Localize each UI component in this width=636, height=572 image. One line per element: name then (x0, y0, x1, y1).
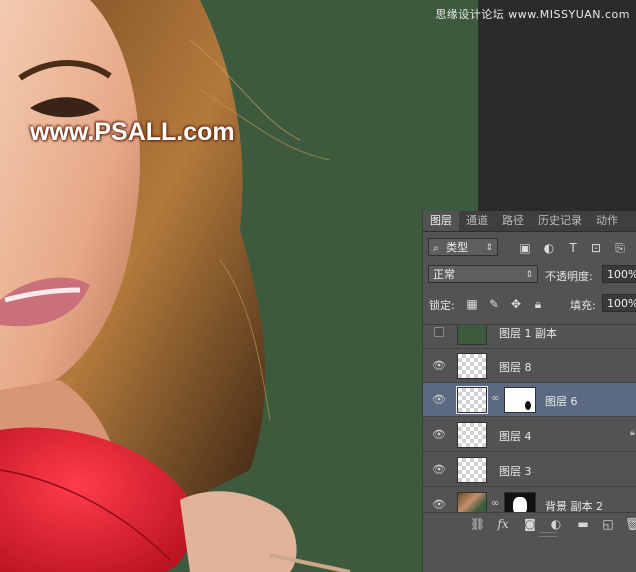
adjustment-layer-icon[interactable]: ◐ (549, 517, 563, 531)
adjustment-filter-icon[interactable]: ◐ (542, 241, 556, 255)
lock-position-icon[interactable]: ✥ (509, 297, 523, 311)
layer-thumbnail (456, 386, 488, 414)
smart-object-filter-icon[interactable]: ⎘ (613, 241, 627, 255)
lock-label: 锁定: (429, 299, 455, 312)
mask-shape (525, 401, 531, 410)
layer-row[interactable]: 👁︎ 图层 8 (423, 349, 636, 383)
panel-resize-grip[interactable] (539, 532, 557, 537)
layer-thumbnail (457, 457, 487, 483)
layer-row[interactable]: · 图层 1 副本 (423, 325, 636, 349)
forum-watermark: 思缘设计论坛 www.MISSYUAN.com (435, 8, 630, 21)
visibility-toggle-icon[interactable]: · (434, 327, 444, 337)
layer-mask-thumbnail[interactable] (504, 387, 536, 413)
chevron-updown-icon: ⇕ (485, 243, 493, 253)
tab-layers[interactable]: 图层 (423, 211, 459, 231)
panel-tabs: 图层 通道 路径 历史记录 动作 (423, 211, 636, 232)
fill-field[interactable]: 100% (602, 294, 636, 312)
lock-transparent-icon[interactable]: ▦ (465, 297, 479, 311)
blend-row: 正常 ⇕ 不透明度: 100% (423, 262, 636, 290)
filter-row: ⌕ 类型 ⇕ ▣ ◐ T ⊡ ⎘ (423, 232, 636, 262)
blend-mode-value: 正常 (433, 268, 455, 281)
eye-icon[interactable]: 👁︎ (432, 393, 446, 407)
layer-row-selected[interactable]: 👁︎ ∞ 图层 6 (423, 383, 636, 417)
layer-thumbnail (457, 325, 487, 345)
tab-history[interactable]: 历史记录 (531, 211, 589, 231)
mask-link-icon[interactable]: ∞ (491, 393, 499, 404)
site-watermark: www.PSALL.com (30, 118, 235, 146)
layer-name: 图层 3 (499, 465, 532, 478)
shape-filter-icon[interactable]: ⊡ (589, 241, 603, 255)
portrait-photo (0, 0, 351, 572)
chevron-updown-icon: ⇕ (525, 270, 533, 280)
layer-name: 图层 1 副本 (499, 327, 557, 340)
eye-icon[interactable]: 👁︎ (432, 463, 446, 477)
layer-lock-icon: 🔒︎ (630, 428, 635, 438)
lock-all-icon[interactable]: 🔒︎ (531, 297, 545, 311)
delete-layer-icon[interactable]: 🗑︎ (625, 517, 636, 531)
tab-channels[interactable]: 通道 (459, 211, 495, 231)
tab-actions[interactable]: 动作 (589, 211, 625, 231)
fx-icon[interactable]: fx (496, 517, 510, 531)
layer-thumbnail (457, 353, 487, 379)
mask-link-icon[interactable]: ∞ (491, 498, 499, 509)
lock-paint-icon[interactable]: ✎ (487, 297, 501, 311)
eye-icon[interactable]: 👁︎ (432, 359, 446, 373)
layers-panel: 图层 通道 路径 历史记录 动作 ⌕ 类型 ⇕ ▣ ◐ T ⊡ ⎘ 正常 ⇕ 不… (422, 211, 636, 572)
layer-row[interactable]: 👁︎ 图层 4 🔒︎ (423, 418, 636, 452)
filter-kind-select[interactable]: ⌕ 类型 ⇕ (428, 238, 498, 256)
fill-label: 填充: (570, 299, 596, 312)
search-icon: ⌕ (433, 243, 439, 254)
new-layer-icon[interactable]: ◱ (601, 517, 615, 531)
layer-name: 图层 6 (545, 395, 578, 408)
blend-mode-select[interactable]: 正常 ⇕ (428, 265, 538, 283)
eye-icon[interactable]: 👁︎ (432, 498, 446, 512)
layer-thumbnail (457, 422, 487, 448)
opacity-field[interactable]: 100% (602, 265, 636, 283)
layer-name: 图层 4 (499, 430, 532, 443)
link-layers-icon[interactable]: ⛓ (470, 517, 485, 531)
layer-list: · 图层 1 副本 👁︎ 图层 8 👁︎ ∞ 图层 6 👁︎ 图层 4 🔒︎ 👁… (423, 324, 636, 519)
add-mask-icon[interactable]: ◙ (523, 517, 537, 531)
image-filter-icon[interactable]: ▣ (518, 241, 532, 255)
lock-row: 锁定: ▦ ✎ ✥ 🔒︎ 填充: 100% (423, 290, 636, 318)
layer-name: 图层 8 (499, 361, 532, 374)
new-group-icon[interactable]: ▬ (576, 517, 590, 531)
type-filter-icon[interactable]: T (566, 241, 580, 255)
eye-icon[interactable]: 👁︎ (432, 428, 446, 442)
opacity-label: 不透明度: (545, 270, 593, 283)
tab-paths[interactable]: 路径 (495, 211, 531, 231)
layers-footer: ⛓ fx ◙ ◐ ▬ ◱ 🗑︎ (423, 512, 636, 537)
layer-row[interactable]: 👁︎ 图层 3 (423, 453, 636, 487)
filter-kind-label: 类型 (446, 241, 469, 254)
